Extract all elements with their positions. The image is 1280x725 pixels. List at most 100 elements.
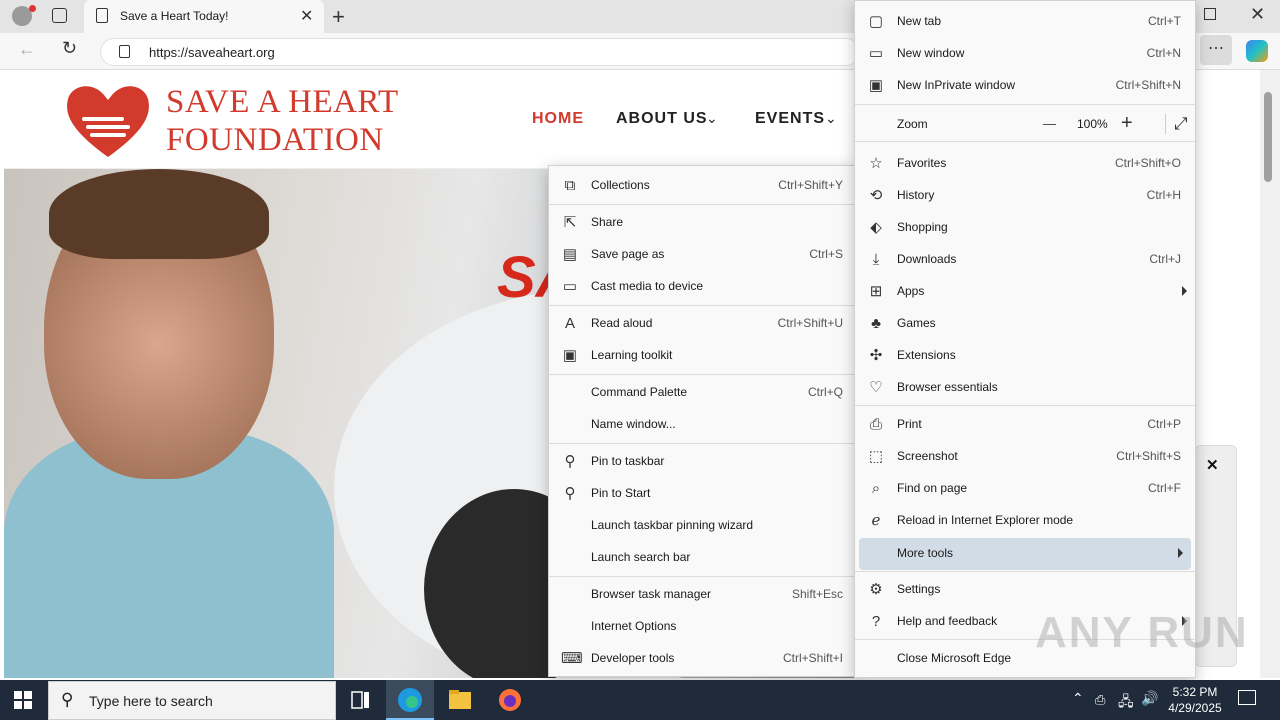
zoom-out-icon[interactable]: — xyxy=(1043,116,1056,131)
menu-item-history[interactable]: ⟲ History Ctrl+H xyxy=(855,180,1195,212)
menu-item-apps[interactable]: ⊞ Apps xyxy=(855,276,1195,308)
menu-item-browser-task-manager[interactable]: Browser task manager Shift+Esc xyxy=(549,579,857,611)
tab-actions-icon[interactable] xyxy=(52,8,67,23)
notification-dot-icon xyxy=(29,5,36,12)
window-icon: ▭ xyxy=(868,45,884,62)
games-icon: ♣ xyxy=(871,315,881,332)
menu-item-screenshot[interactable]: ⬚ Screenshot Ctrl+Shift+S xyxy=(855,441,1195,473)
new-tab-plus-icon[interactable]: + xyxy=(332,4,345,30)
zoom-in-icon[interactable]: + xyxy=(1121,112,1133,135)
menu-item-shopping[interactable]: ⬖ Shopping xyxy=(855,212,1195,244)
tab-active[interactable]: Save a Heart Today! ✕ xyxy=(84,0,324,33)
file-explorer-icon[interactable] xyxy=(436,680,484,720)
menu-item-find-on-page[interactable]: ⌕ Find on page Ctrl+F xyxy=(855,473,1195,505)
menu-item-developer-tools[interactable]: ⌨ Developer tools Ctrl+Shift+I xyxy=(549,643,857,675)
nav-about-us[interactable]: ABOUT US xyxy=(616,110,708,128)
menu-item-read-aloud[interactable]: A Read aloud Ctrl+Shift+U xyxy=(549,308,857,340)
menu-item-label: Downloads xyxy=(897,252,957,266)
notifications-icon[interactable] xyxy=(1238,690,1256,705)
menu-separator xyxy=(549,576,857,577)
copilot-icon[interactable] xyxy=(1246,40,1268,62)
scrollbar-thumb[interactable] xyxy=(1264,92,1272,182)
close-tab-icon[interactable]: ✕ xyxy=(300,6,313,26)
chevron-down-icon[interactable]: ⌄ xyxy=(706,110,718,127)
close-icon[interactable]: ✕ xyxy=(1206,456,1219,474)
menu-item-label: Shopping xyxy=(897,220,948,234)
menu-item-new-window[interactable]: ▭ New window Ctrl+N xyxy=(855,38,1195,70)
refresh-icon[interactable]: ↻ xyxy=(62,38,77,59)
menu-item-label: Pin to Start xyxy=(591,486,651,500)
menu-item-learning-toolkit[interactable]: ▣ Learning toolkit xyxy=(549,340,857,372)
menu-item-new-tab[interactable]: ▢ New tab Ctrl+T xyxy=(855,6,1195,38)
zoom-icon xyxy=(867,116,885,134)
taskbar-search[interactable]: ⚲ Type here to search xyxy=(48,681,336,720)
menu-item-name-window[interactable]: Name window... xyxy=(549,409,857,441)
back-icon[interactable]: ← xyxy=(18,39,36,60)
menu-item-zoom[interactable]: Zoom — 100% + ⤢ xyxy=(855,109,1195,141)
menu-item-new-inprivate-window[interactable]: ▣ New InPrivate window Ctrl+Shift+N xyxy=(855,70,1195,102)
system-clock[interactable]: 5:32 PM 4/29/2025 xyxy=(1155,684,1235,716)
menu-item-launch-taskbar-pinning-wizard[interactable]: Launch taskbar pinning wizard xyxy=(549,510,857,542)
menu-item-label: Learning toolkit xyxy=(591,348,673,362)
menu-item-extensions[interactable]: ✣ Extensions xyxy=(855,340,1195,372)
menu-item-save-page-as[interactable]: ▤ Save page as Ctrl+S xyxy=(549,239,857,271)
menu-item-collections[interactable]: ⧉ Collections Ctrl+Shift+Y xyxy=(549,170,857,202)
nav-events[interactable]: EVENTS xyxy=(755,110,825,128)
screenshot-icon: ⬚ xyxy=(868,448,884,465)
restore-window-icon[interactable] xyxy=(1204,8,1216,20)
menu-item-label: Extensions xyxy=(897,348,956,362)
settings-more-icon[interactable]: ⋯ xyxy=(1200,35,1232,65)
menu-item-favorites[interactable]: ☆ Favorites Ctrl+Shift+O xyxy=(855,148,1195,180)
menu-item-more-tools[interactable]: More tools xyxy=(859,538,1191,570)
menu-item-shortcut: Ctrl+Q xyxy=(807,385,843,399)
download-icon: ⤓ xyxy=(872,251,880,268)
menu-item-internet-options[interactable]: Internet Options xyxy=(549,611,857,643)
menu-item-shortcut: Ctrl+P xyxy=(1147,417,1181,431)
menu-item-downloads[interactable]: ⤓ Downloads Ctrl+J xyxy=(855,244,1195,276)
menu-item-settings[interactable]: ⚙ Settings xyxy=(855,574,1195,606)
firefox-icon[interactable] xyxy=(486,680,534,720)
fullscreen-icon[interactable]: ⤢ xyxy=(1165,114,1188,134)
menu-item-games[interactable]: ♣ Games xyxy=(855,308,1195,340)
menu-item-label: New tab xyxy=(897,14,942,28)
browser-main-menu: ▢ New tab Ctrl+T ▭ New window Ctrl+N ▣ New InPr… xyxy=(854,0,1196,678)
chevron-down-icon[interactable]: ⌄ xyxy=(825,110,837,127)
heart-hand-logo-icon[interactable] xyxy=(62,79,154,161)
edge-taskbar-icon[interactable] xyxy=(386,680,434,720)
star-icon: ☆ xyxy=(869,155,883,172)
menu-item-pin-to-taskbar[interactable]: ⚲ Pin to taskbar xyxy=(549,446,857,478)
menu-item-launch-search-bar[interactable]: Launch search bar xyxy=(549,542,857,574)
menu-item-reload-in-internet-explorer-mode[interactable]: ℯ Reload in Internet Explorer mode xyxy=(855,505,1195,537)
site-header: SAVE A HEART FOUNDATION HOME ABOUT US ⌄ … xyxy=(4,70,864,169)
menu-item-shortcut: Ctrl+Shift+S xyxy=(1116,449,1181,463)
menu-item-browser-essentials[interactable]: ♡ Browser essentials xyxy=(855,372,1195,404)
menu-item-shortcut: Ctrl+N xyxy=(1146,46,1181,60)
meet-now-icon[interactable]: ⎙ xyxy=(1095,692,1105,708)
network-icon[interactable]: 🖧 xyxy=(1118,691,1134,715)
brand-line-1: SAVE A HEART xyxy=(166,84,399,120)
menu-item-shortcut: Ctrl+Shift+U xyxy=(777,316,843,330)
search-icon: ⚲ xyxy=(61,690,74,709)
menu-item-cast-media-to-device[interactable]: ▭ Cast media to device xyxy=(549,271,857,303)
zoom-level: 100% xyxy=(1077,117,1108,131)
close-window-icon[interactable]: ✕ xyxy=(1250,4,1265,25)
menu-item-label: Collections xyxy=(591,178,650,192)
task-view-icon[interactable] xyxy=(336,680,384,720)
menu-item-shortcut: Ctrl+J xyxy=(1149,252,1181,266)
chevron-up-icon[interactable]: ⌃ xyxy=(1072,690,1084,707)
menu-item-share[interactable]: ⇱ Share xyxy=(549,207,857,239)
menu-separator xyxy=(855,104,1195,105)
lock-icon[interactable] xyxy=(119,45,130,58)
menu-item-label: Developer tools xyxy=(591,651,675,665)
clock-time: 5:32 PM xyxy=(1172,685,1218,699)
menu-item-label: Close Microsoft Edge xyxy=(897,651,1012,665)
windows-start-icon[interactable] xyxy=(14,691,32,709)
menu-item-label: Browser essentials xyxy=(897,380,998,394)
menu-item-print[interactable]: ⎙ Print Ctrl+P xyxy=(855,409,1195,441)
menu-item-command-palette[interactable]: Command Palette Ctrl+Q xyxy=(549,377,857,409)
menu-item-shortcut: Ctrl+Shift+Y xyxy=(778,178,843,192)
help-icon: ? xyxy=(871,613,881,630)
menu-item-pin-to-start[interactable]: ⚲ Pin to Start xyxy=(549,478,857,510)
nav-home[interactable]: HOME xyxy=(532,110,584,128)
address-bar[interactable]: https://saveaheart.org xyxy=(100,38,860,66)
